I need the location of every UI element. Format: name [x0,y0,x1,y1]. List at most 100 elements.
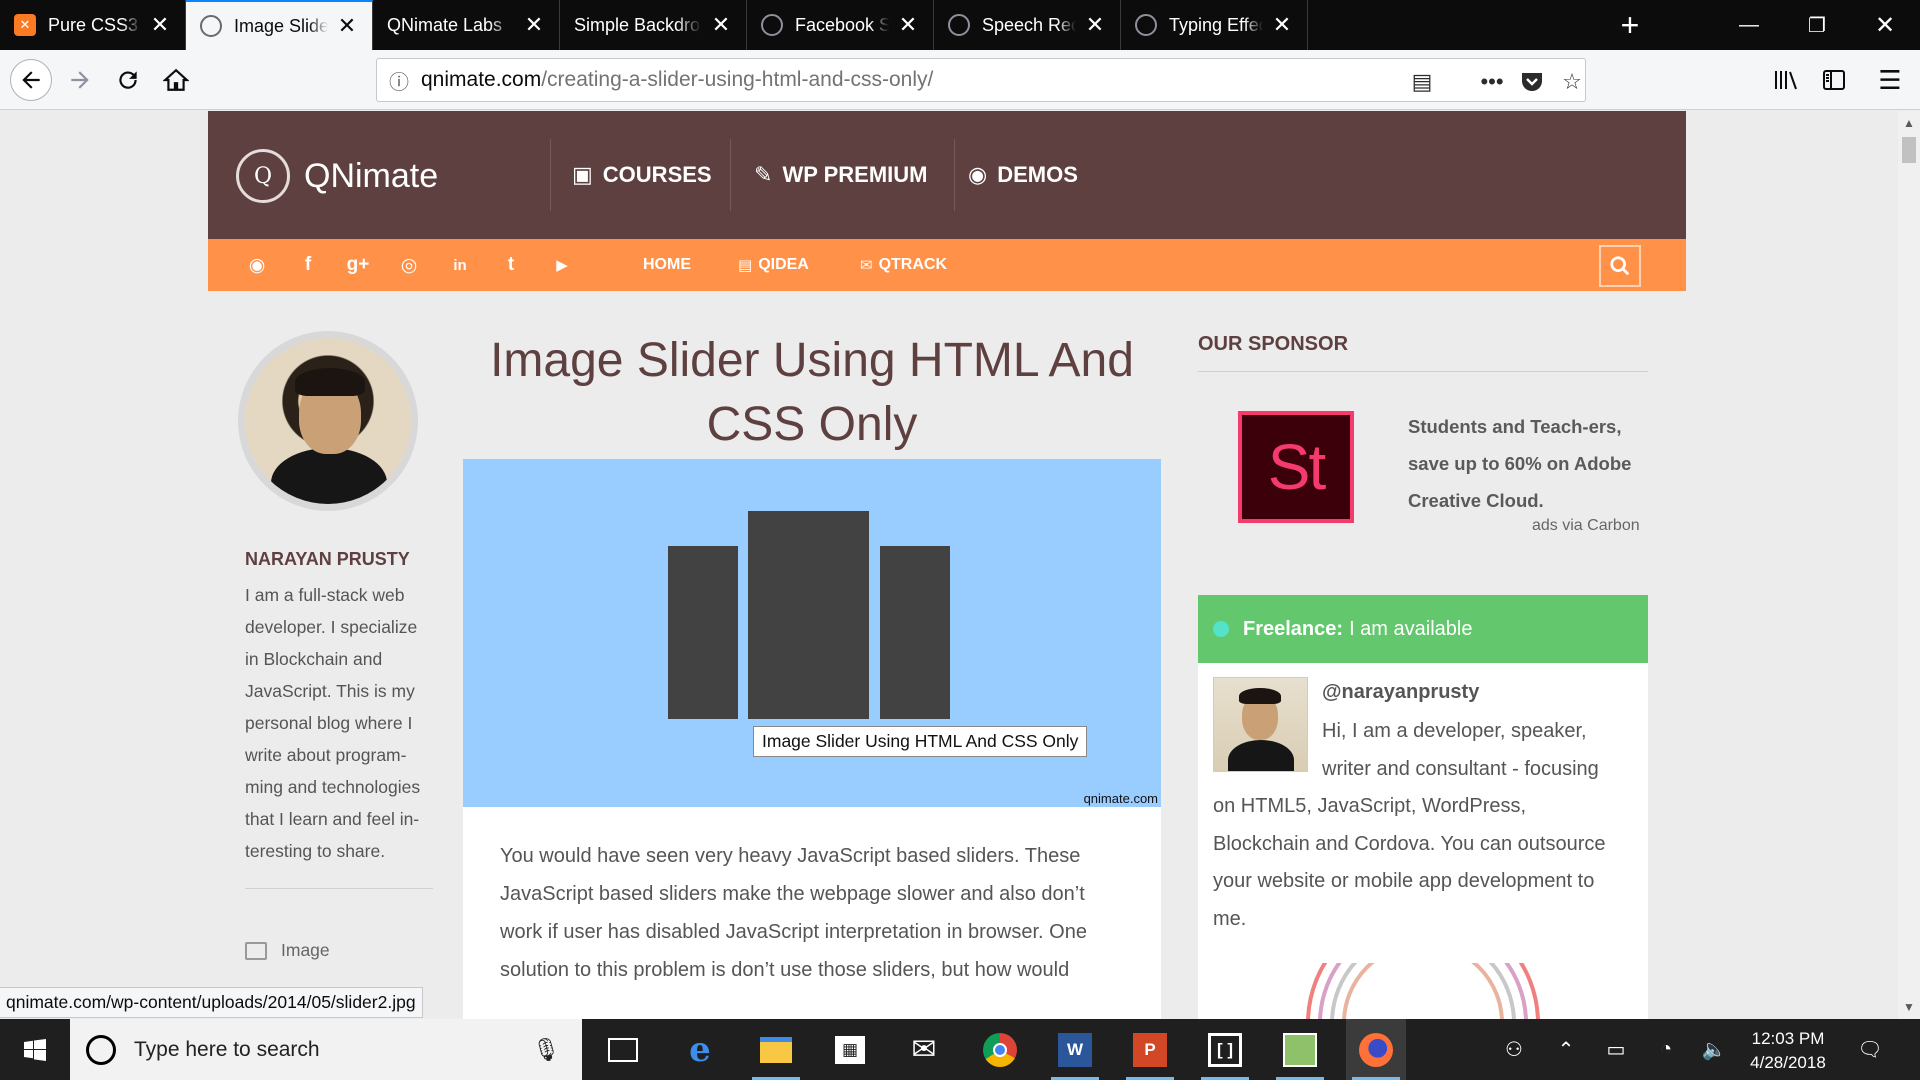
taskbar-file-explorer[interactable] [746,1019,806,1080]
menu-icon[interactable]: ☰ [1870,60,1910,100]
library-icon[interactable] [1766,60,1806,100]
url-bar[interactable]: ⓘ qnimate.com/creating-a-slider-using-ht… [376,58,1586,102]
image-tooltip: Image Slider Using HTML And CSS Only [753,726,1088,757]
divider [1198,371,1648,372]
search-icon [1610,256,1630,276]
back-button[interactable] [10,59,52,101]
reload-button[interactable] [108,60,148,100]
info-icon[interactable]: ⓘ [377,66,421,95]
nav-divider [730,139,731,211]
close-icon[interactable]: ✕ [149,12,171,38]
close-icon[interactable]: ✕ [336,13,358,39]
bio-line: writer and consultant - focusing [1322,757,1599,780]
forward-button[interactable] [60,60,100,100]
microphone-icon[interactable]: 🎙 [532,1037,560,1063]
taskbar-search[interactable]: Type here to search 🎙 [70,1019,582,1080]
rss-icon[interactable]: ◉ [243,251,271,279]
scroll-thumb[interactable] [1902,137,1916,163]
chevron-up-icon[interactable]: ⌃ [1548,1019,1584,1080]
taskbar-store[interactable]: ▦ [820,1019,880,1080]
site-logo[interactable]: Q QNimate [236,149,438,203]
facebook-icon[interactable]: f [294,251,322,279]
sub-nav-home[interactable]: HOME [643,239,691,291]
close-icon[interactable]: ✕ [1271,12,1293,38]
system-clock[interactable]: 12:03 PM 4/28/2018 [1738,1027,1838,1075]
ad-text[interactable]: Students and Teach-ers, save up to 60% o… [1408,408,1638,519]
tab-typing-effect[interactable]: Typing Effect usin ✕ [1121,0,1308,50]
sub-nav-qtrack[interactable]: ✉ QTRACK [860,239,947,291]
battery-icon[interactable]: ▭ [1596,1019,1636,1080]
new-tab-button[interactable]: + [1608,0,1652,50]
action-center-icon[interactable]: 🗨 [1850,1019,1890,1080]
list-icon: ▤ [738,257,753,274]
taskbar-edge[interactable]: e [670,1019,730,1080]
close-icon[interactable]: ✕ [897,12,919,38]
image-category-link[interactable]: Image [245,940,330,961]
cortana-icon [86,1034,116,1065]
github-icon[interactable]: ◎ [395,251,423,279]
linkedin-icon[interactable]: in [446,251,474,279]
home-button[interactable] [156,60,196,100]
taskbar-powerpoint[interactable]: P [1120,1019,1180,1080]
tab-title: Typing Effect usin [1169,14,1263,35]
close-icon[interactable]: ✕ [710,12,732,38]
sub-nav-qidea[interactable]: ▤ QIDEA [738,239,809,291]
decorative-arcs [1306,963,1540,1019]
status-dot-icon [1213,621,1229,637]
taskbar-brackets[interactable]: [ ] [1195,1019,1255,1080]
scroll-up-icon[interactable]: ▲ [1898,113,1920,133]
vertical-scrollbar[interactable]: ▲ ▼ [1898,111,1920,1019]
volume-icon[interactable]: 🔈 [1694,1019,1734,1080]
bio-line: your website or mobile app development t… [1213,870,1595,892]
youtube-icon[interactable]: ▶ [548,251,576,279]
sidebar-icon[interactable] [1814,60,1854,100]
article-title: Image Slider Using HTML And CSS Only [490,334,1134,451]
nav-demos[interactable]: ◉ DEMOS [968,111,1078,239]
google-plus-icon[interactable]: g+ [344,251,372,279]
sub-navigation: ◉ f g+ ◎ in t ▶ HOME ▤ QIDEA ✉ QTRACK [208,239,1686,291]
people-icon[interactable]: ⚇ [1494,1019,1534,1080]
slide-center [748,511,869,719]
wifi-icon[interactable]: ◔ [1646,1019,1686,1080]
site-search-button[interactable] [1599,245,1641,287]
article: Image Slider Using HTML And CSS Only Ima… [463,291,1161,1019]
taskbar-firefox[interactable] [1346,1019,1406,1080]
taskbar-notepad[interactable] [1270,1019,1330,1080]
tab-facebook-style[interactable]: Facebook Style C ✕ [747,0,934,50]
minimize-button[interactable]: — [1720,0,1778,50]
taskbar-chrome[interactable] [970,1019,1030,1080]
nav-courses[interactable]: ▣ COURSES [572,111,712,239]
tab-image-slider[interactable]: Image Slider Usin ✕ [186,0,373,50]
scroll-down-icon[interactable]: ▼ [1898,997,1920,1017]
nav-wp-premium[interactable]: ✎ WP PREMIUM [754,111,927,239]
start-button[interactable] [0,1019,70,1080]
tab-simple-backdrop[interactable]: Simple Backdrop ✕ [560,0,747,50]
task-view-button[interactable] [593,1019,653,1080]
taskbar-word[interactable]: W [1045,1019,1105,1080]
globe-icon [1135,14,1157,36]
tab-speech-recognition[interactable]: Speech Recogniti ✕ [934,0,1121,50]
tab-pure-css3[interactable]: ✕ Pure CSS3 crossfa ✕ [0,0,186,50]
close-icon[interactable]: ✕ [1084,12,1106,38]
reader-view-icon[interactable]: ▤ [1407,67,1437,97]
firefox-icon [1359,1032,1393,1067]
slide-right [880,546,950,719]
restore-button[interactable]: ❐ [1788,0,1846,50]
more-actions-icon[interactable]: ••• [1477,67,1507,97]
url-text[interactable]: qnimate.com/creating-a-slider-using-html… [421,68,933,92]
logo-text: QNimate [304,156,439,195]
tab-qnimate-labs[interactable]: QNimate Labs ✕ [373,0,560,50]
close-icon[interactable]: ✕ [523,12,545,38]
profile-handle[interactable]: @narayanprusty [1322,681,1479,704]
twitter-icon[interactable]: t [497,251,525,279]
featured-image[interactable]: Image Slider Using HTML And CSS Only qni… [463,459,1161,807]
taskbar-mail[interactable]: ✉ [894,1019,954,1080]
bio-line: Blockchain and Cordova. You can outsourc… [1213,832,1606,855]
ad-via-link[interactable]: ads via Carbon [1532,517,1640,535]
bookmark-star-icon[interactable]: ☆ [1557,67,1587,97]
pocket-icon[interactable] [1517,67,1547,97]
bio-line: me. [1213,907,1247,930]
mail-icon: ✉ [860,257,873,274]
adobe-stock-logo[interactable]: St [1238,411,1354,523]
close-window-button[interactable]: ✕ [1856,0,1914,50]
